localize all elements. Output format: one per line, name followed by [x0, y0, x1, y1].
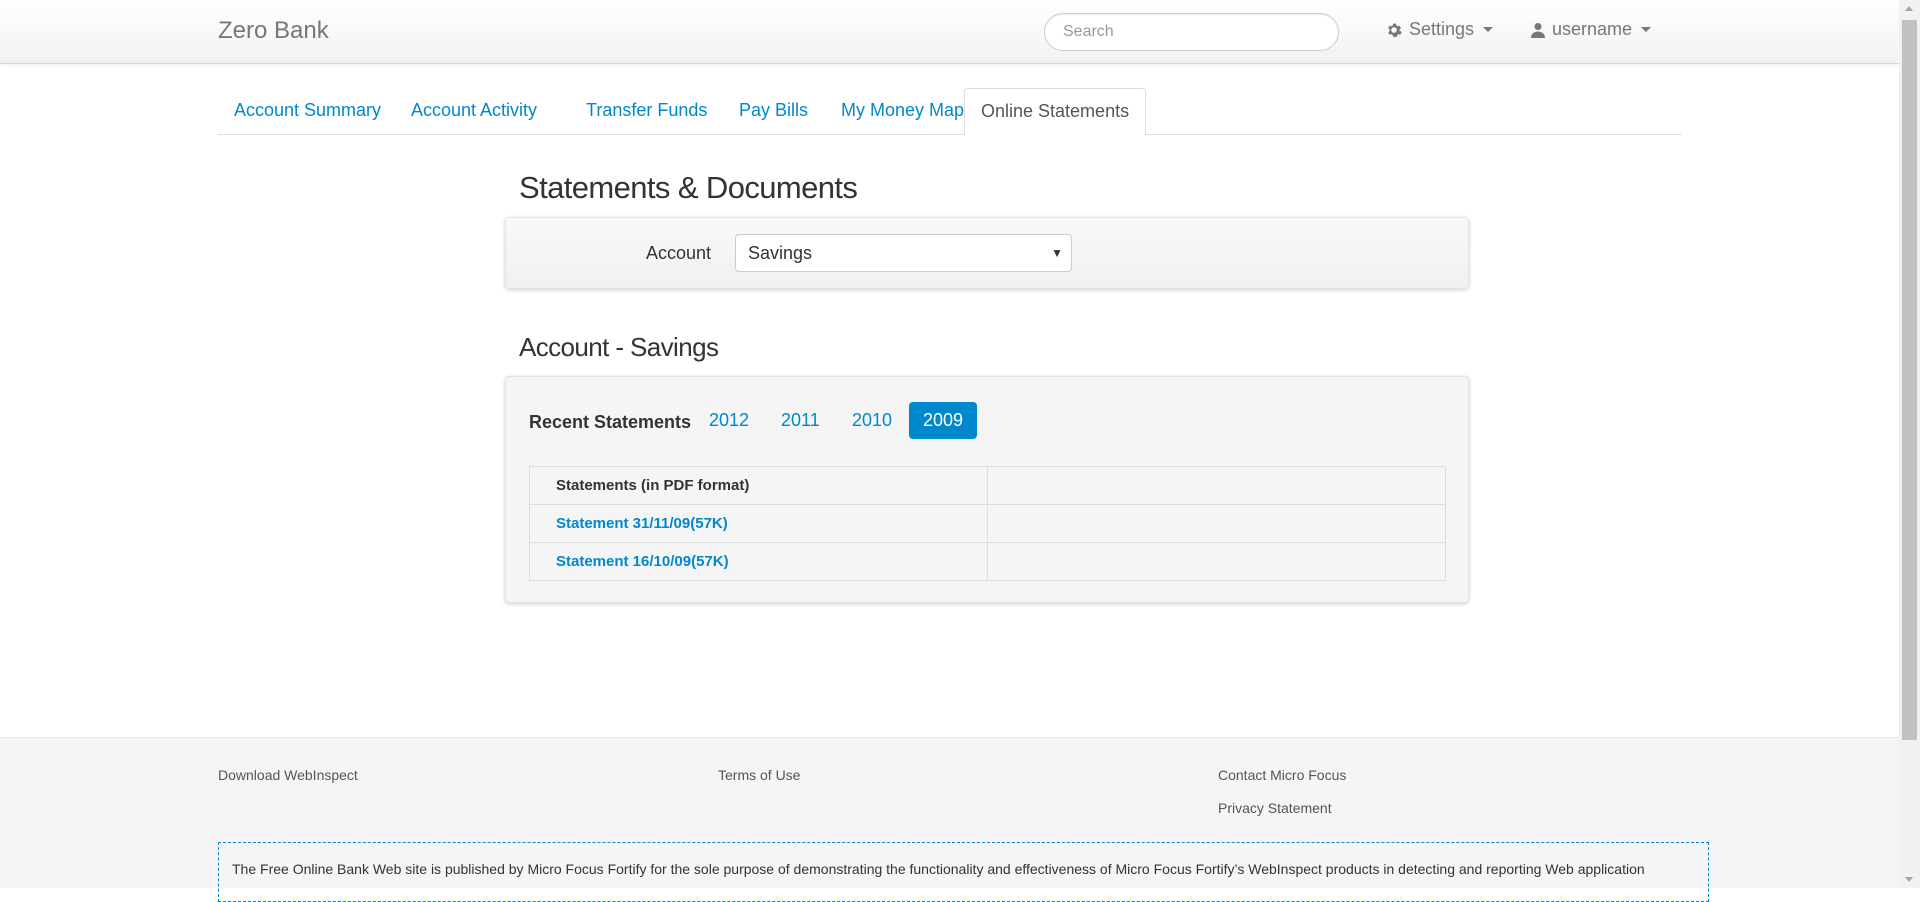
account-label: Account	[646, 243, 712, 263]
chevron-down-icon	[1483, 27, 1494, 32]
recent-statements-label: Recent Statements	[529, 412, 692, 432]
table-cell-empty	[987, 504, 1446, 543]
user-dropdown[interactable]: username	[1531, 19, 1652, 40]
footer-link-download[interactable]: Download WebInspect	[218, 767, 358, 783]
settings-dropdown[interactable]: Settings	[1386, 19, 1494, 40]
tab-transfer-funds[interactable]: Transfer Funds	[570, 88, 723, 135]
scroll-up-arrow-icon[interactable]	[1899, 0, 1920, 17]
gear-icon	[1386, 22, 1402, 38]
table-header-row: Statements (in PDF format)	[529, 466, 1446, 505]
scroll-thumb[interactable]	[1902, 20, 1917, 740]
statements-table: Statements (in PDF format) Statement 31/…	[529, 466, 1446, 581]
statement-link[interactable]: Statement 31/11/09(57K)	[556, 515, 728, 532]
dropdown-arrow-icon: ▼	[1051, 246, 1063, 260]
top-navbar: Zero Bank Settings username	[0, 0, 1899, 64]
statement-link[interactable]: Statement 16/10/09(57K)	[556, 553, 729, 570]
tab-pay-bills[interactable]: Pay Bills	[723, 88, 824, 135]
table-header: Statements (in PDF format)	[529, 466, 988, 505]
tab-my-money-map[interactable]: My Money Map	[825, 88, 980, 135]
user-label: username	[1552, 19, 1633, 39]
account-filter-panel: Account Savings ▼	[505, 217, 1469, 289]
tab-online-statements[interactable]: Online Statements	[964, 88, 1147, 136]
table-row: Statement 31/11/09(57K)	[529, 504, 1446, 543]
year-pill-2012[interactable]: 2012	[695, 402, 763, 439]
table-row: Statement 16/10/09(57K)	[529, 542, 1446, 581]
footer-link-terms[interactable]: Terms of Use	[718, 767, 800, 783]
tab-account-activity[interactable]: Account Activity	[395, 88, 553, 135]
brand-logo[interactable]: Zero Bank	[218, 17, 329, 45]
tab-account-summary[interactable]: Account Summary	[218, 88, 397, 135]
year-pill-2011[interactable]: 2011	[767, 402, 834, 439]
settings-label: Settings	[1409, 19, 1475, 39]
table-header-empty	[987, 466, 1446, 505]
year-pill-2009[interactable]: 2009	[909, 402, 978, 439]
year-pill-2010[interactable]: 2010	[838, 402, 906, 439]
page-title: Statements & Documents	[519, 170, 858, 205]
user-icon	[1531, 22, 1545, 38]
chevron-down-icon	[1641, 27, 1652, 32]
footer-link-contact[interactable]: Contact Micro Focus	[1218, 767, 1346, 783]
scroll-down-arrow-icon[interactable]	[1899, 871, 1920, 888]
account-select-value: Savings	[748, 243, 813, 263]
table-cell: Statement 16/10/09(57K)	[529, 542, 988, 581]
footer-disclaimer: The Free Online Bank Web site is publish…	[218, 842, 1709, 902]
footer: Download WebInspect Terms of Use Contact…	[0, 737, 1899, 902]
table-cell-empty	[987, 542, 1446, 581]
table-cell: Statement 31/11/09(57K)	[529, 504, 988, 543]
main-tabs: Account Summary Account Activity Transfe…	[218, 88, 1682, 136]
section-title: Account - Savings	[519, 332, 719, 362]
account-select[interactable]: Savings ▼	[735, 234, 1072, 272]
search-input[interactable]	[1044, 13, 1339, 51]
statements-panel: Recent Statements 2012 2011 2010 2009 St…	[505, 376, 1469, 603]
footer-link-privacy[interactable]: Privacy Statement	[1218, 800, 1332, 816]
vertical-scrollbar[interactable]	[1899, 0, 1920, 888]
